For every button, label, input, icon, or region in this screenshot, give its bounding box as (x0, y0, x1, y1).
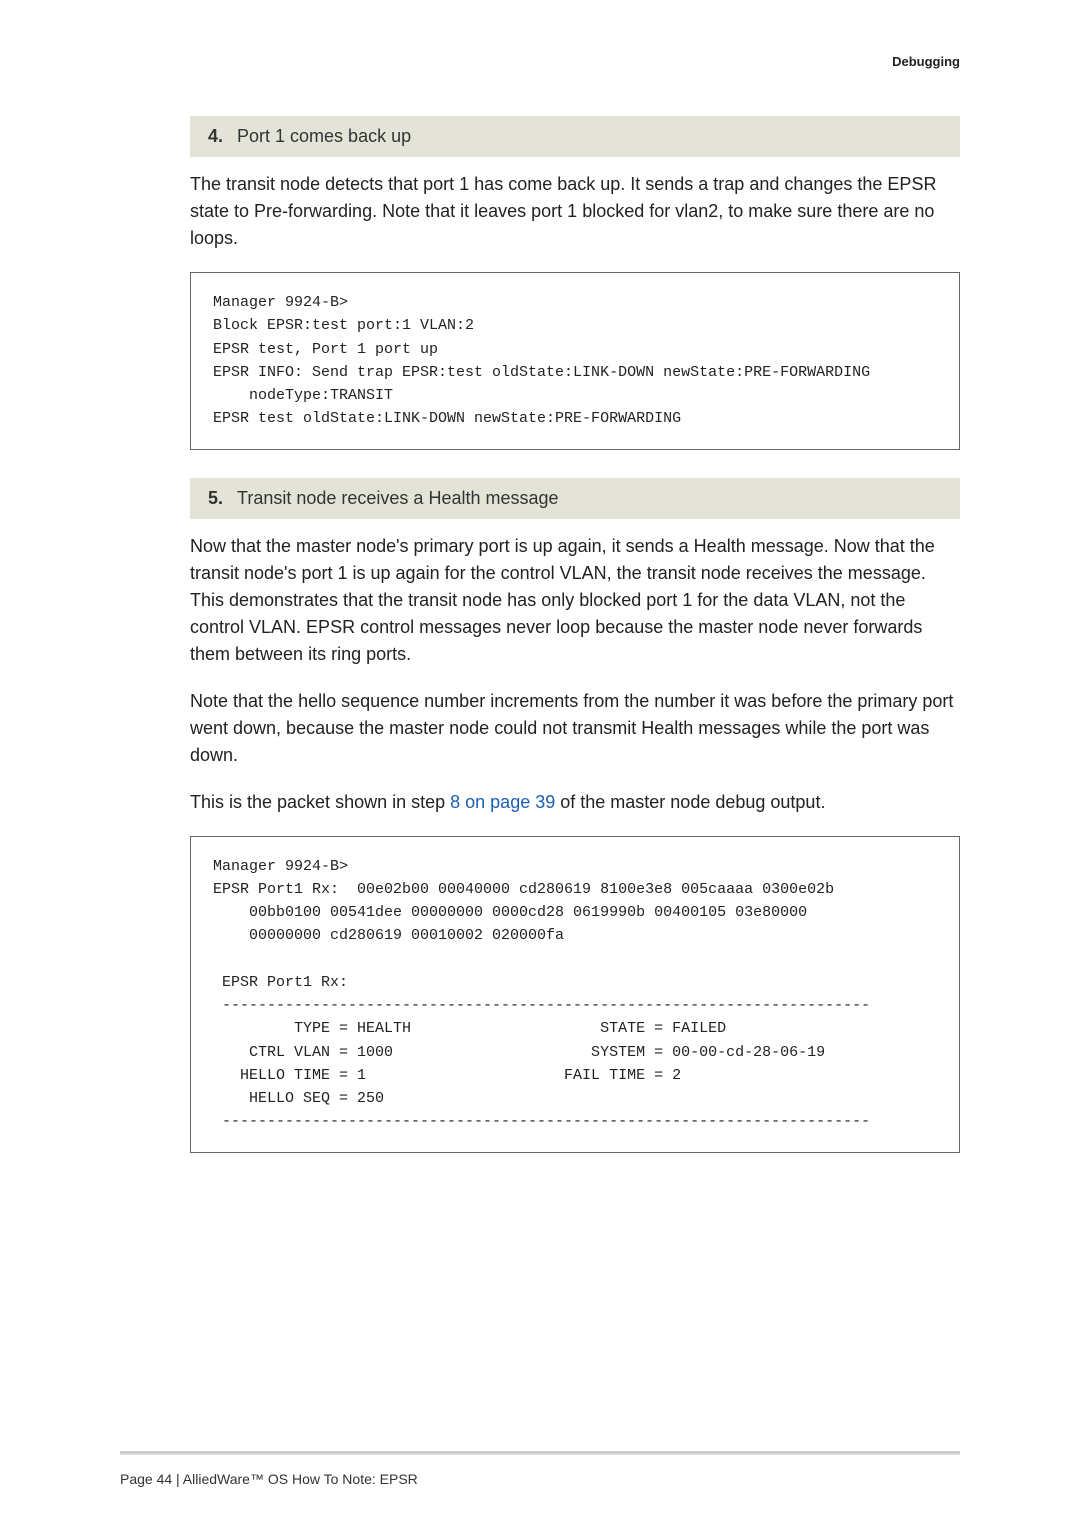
step-number: 5. (208, 488, 223, 508)
footer-rule (120, 1451, 960, 1455)
step-title: Transit node receives a Health message (237, 488, 559, 508)
code-block-5: Manager 9924-B> EPSR Port1 Rx: 00e02b00 … (190, 836, 960, 1153)
page-body: 4. Port 1 comes back up The transit node … (0, 0, 1080, 1153)
xref-posttext: of the master node debug output. (555, 792, 825, 812)
section-header: Debugging (892, 54, 960, 69)
step-header-4: 4. Port 1 comes back up (190, 116, 960, 157)
step-number: 4. (208, 126, 223, 146)
xref-pretext: This is the packet shown in step (190, 792, 450, 812)
body-paragraph: Note that the hello sequence number incr… (190, 688, 960, 769)
body-paragraph: The transit node detects that port 1 has… (190, 171, 960, 252)
footer-text: Page 44 | AlliedWare™ OS How To Note: EP… (120, 1471, 418, 1487)
step-title: Port 1 comes back up (237, 126, 411, 146)
body-paragraph: Now that the master node's primary port … (190, 533, 960, 668)
step-header-5: 5. Transit node receives a Health message (190, 478, 960, 519)
body-paragraph-xref: This is the packet shown in step 8 on pa… (190, 789, 960, 816)
code-block-4: Manager 9924-B> Block EPSR:test port:1 V… (190, 272, 960, 450)
cross-reference-link[interactable]: 8 on page 39 (450, 792, 555, 812)
